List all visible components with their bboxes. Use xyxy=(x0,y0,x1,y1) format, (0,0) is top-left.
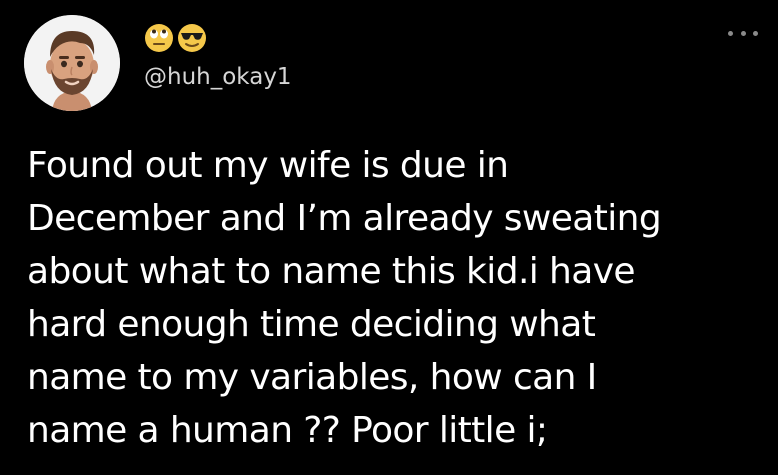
tweet-line: name to my variables, how can I xyxy=(27,357,597,398)
tweet-line: Found out my wife is due in xyxy=(27,145,509,186)
menu-dot xyxy=(740,30,746,36)
menu-dot xyxy=(728,30,733,36)
tweet-line: about what to name this kid.i have xyxy=(27,251,636,292)
tweet-text: Found out my wife is due in December and… xyxy=(27,139,767,457)
tweet-line: hard enough time deciding what xyxy=(27,304,596,345)
display-name[interactable] xyxy=(144,18,207,58)
tweet-line: December and I’m already sweating xyxy=(27,198,662,239)
avatar[interactable] xyxy=(24,15,120,111)
sunglasses-emoji xyxy=(178,24,206,52)
more-options-icon[interactable] xyxy=(728,26,758,40)
menu-dot xyxy=(753,30,758,36)
tweet-card: @huh_okay1 Found out my wife is due in D… xyxy=(0,0,778,475)
memoji-avatar-icon xyxy=(24,15,120,111)
tweet-line: name a human ?? Poor little i; xyxy=(27,410,548,451)
rolling-eyes-emoji xyxy=(145,24,173,52)
author-handle[interactable]: @huh_okay1 xyxy=(144,64,292,90)
